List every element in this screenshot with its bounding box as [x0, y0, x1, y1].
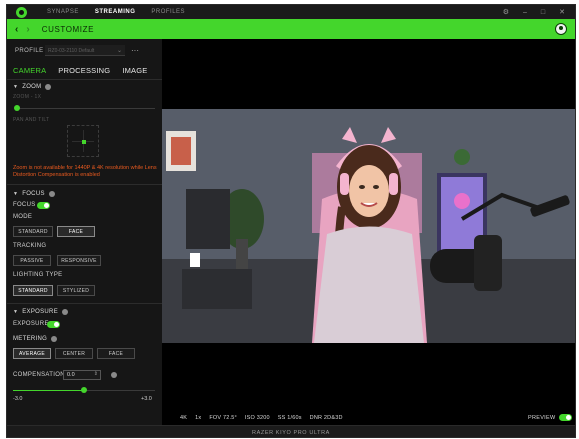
zoom-warning: Zoom is not available for 1440P & 4K res…: [13, 165, 157, 178]
compensation-min-label: -3.0: [13, 396, 23, 402]
device-footer: RAZER KIYO PRO ULTRA: [7, 425, 575, 437]
panel-tabs: CAMERA PROCESSING IMAGE: [13, 66, 147, 75]
collapse-triangle-icon: ▼: [13, 309, 19, 315]
zoom-value-text: ZOOM - 1X: [13, 94, 42, 100]
app-window: SYNAPSE STREAMING PROFILES ⚙ – □ ✕ ‹ › C…: [6, 4, 576, 438]
zoom-slider-track[interactable]: [17, 108, 155, 109]
focus-mode-label: MODE: [13, 214, 33, 220]
forward-arrow-icon[interactable]: ›: [26, 24, 29, 35]
metering-label-row: METERING: [13, 336, 58, 342]
status-fov: FOV 72.5°: [209, 415, 237, 421]
nav-profiles[interactable]: PROFILES: [151, 9, 185, 15]
profile-row: PROFILE RZ0-03-2110 Default ⌄ ···: [15, 45, 139, 56]
top-nav: SYNAPSE STREAMING PROFILES: [47, 9, 185, 15]
nav-streaming[interactable]: STREAMING: [95, 9, 136, 15]
tracking-responsive-button[interactable]: RESPONSIVE: [57, 255, 101, 266]
razer-logo-icon: [16, 6, 27, 18]
compensation-max-label: +3.0: [141, 396, 152, 402]
metering-average-button[interactable]: AVERAGE: [13, 348, 51, 359]
camera-status-bar: 4K 1x FOV 72.5° ISO 3200 SS 1/60s DNR 2D…: [180, 415, 343, 421]
tab-processing[interactable]: PROCESSING: [58, 66, 110, 75]
status-iso: ISO 3200: [244, 415, 270, 421]
page-header: ‹ › CUSTOMIZE: [7, 19, 575, 39]
page-title: CUSTOMIZE: [41, 24, 95, 34]
lighting-standard-button[interactable]: STANDARD: [13, 285, 53, 296]
pan-tilt-pad[interactable]: [67, 125, 99, 157]
exposure-section-header[interactable]: ▼ EXPOSURE: [13, 309, 68, 315]
tab-image[interactable]: IMAGE: [122, 66, 147, 75]
stepper-icon[interactable]: ⇕: [94, 371, 98, 377]
more-options-icon[interactable]: ···: [131, 46, 139, 54]
camera-preview-image: [162, 109, 575, 343]
focus-section-header[interactable]: ▼ FOCUS: [13, 191, 55, 197]
title-bar: SYNAPSE STREAMING PROFILES ⚙ – □ ✕: [7, 5, 575, 19]
status-dnr: DNR 2D&3D: [309, 415, 343, 421]
compensation-slider-thumb[interactable]: [81, 387, 87, 393]
settings-panel: PROFILE RZ0-03-2110 Default ⌄ ··· CAMERA…: [7, 39, 162, 425]
back-arrow-icon[interactable]: ‹: [15, 24, 18, 35]
window-controls: ⚙ – □ ✕: [503, 9, 565, 16]
info-icon[interactable]: [45, 84, 52, 90]
info-icon[interactable]: [62, 309, 68, 315]
metering-center-button[interactable]: CENTER: [55, 348, 93, 359]
exposure-toggle[interactable]: [47, 321, 60, 328]
pan-position-marker[interactable]: [82, 140, 86, 144]
zoom-title: ZOOM: [22, 84, 42, 90]
focus-toggle[interactable]: [37, 202, 50, 209]
tracking-passive-button[interactable]: PASSIVE: [13, 255, 51, 266]
compensation-slider-fill: [13, 390, 84, 391]
info-icon[interactable]: [111, 372, 117, 378]
info-icon[interactable]: [48, 191, 55, 197]
profile-label: PROFILE: [15, 47, 44, 54]
camera-preview: [162, 109, 575, 343]
lighting-type-label: LIGHTING TYPE: [13, 272, 63, 278]
focus-divider: [7, 303, 162, 304]
compensation-label: COMPENSATION: [13, 372, 65, 378]
compensation-input[interactable]: 0.0 ⇕: [63, 370, 101, 380]
focus-mode-standard-button[interactable]: STANDARD: [13, 226, 53, 237]
tracking-label: TRACKING: [13, 243, 47, 249]
chevron-down-icon: ⌄: [116, 48, 122, 54]
collapse-triangle-icon: ▼: [13, 84, 19, 90]
pan-tilt-label: PAN AND TILT: [13, 117, 50, 123]
focus-toggle-label: FOCUS: [13, 202, 36, 208]
status-zoom: 1x: [195, 415, 202, 421]
exposure-title: EXPOSURE: [22, 309, 58, 315]
profile-value: RZ0-03-2110 Default: [48, 48, 95, 54]
collapse-triangle-icon: ▼: [13, 191, 19, 197]
metering-face-button[interactable]: FACE: [97, 348, 135, 359]
maximize-icon[interactable]: □: [541, 9, 545, 16]
info-icon[interactable]: [51, 336, 58, 342]
device-name: RAZER KIYO PRO ULTRA: [252, 429, 330, 436]
preview-label: PREVIEW: [528, 415, 556, 421]
zoom-section-header[interactable]: ▼ ZOOM: [13, 84, 52, 90]
user-avatar-icon[interactable]: [555, 23, 567, 35]
tabs-divider: [7, 79, 162, 80]
status-resolution: 4K: [180, 415, 188, 421]
profile-dropdown[interactable]: RZ0-03-2110 Default ⌄: [45, 45, 125, 56]
settings-icon[interactable]: ⚙: [503, 9, 509, 16]
zoom-divider: [7, 184, 162, 185]
nav-synapse[interactable]: SYNAPSE: [47, 9, 79, 15]
focus-mode-face-button[interactable]: FACE: [57, 226, 95, 237]
lighting-stylized-button[interactable]: STYLIZED: [57, 285, 95, 296]
status-shutter: SS 1/60s: [277, 415, 302, 421]
compensation-value: 0.0: [67, 372, 75, 378]
metering-label: METERING: [13, 336, 48, 342]
focus-title: FOCUS: [22, 191, 45, 197]
minimize-icon[interactable]: –: [523, 9, 527, 16]
close-icon[interactable]: ✕: [559, 9, 565, 16]
tab-camera[interactable]: CAMERA: [13, 66, 46, 75]
exposure-toggle-label: EXPOSURE: [13, 321, 49, 327]
zoom-slider-thumb[interactable]: [14, 105, 20, 111]
preview-toggle[interactable]: [559, 414, 572, 421]
